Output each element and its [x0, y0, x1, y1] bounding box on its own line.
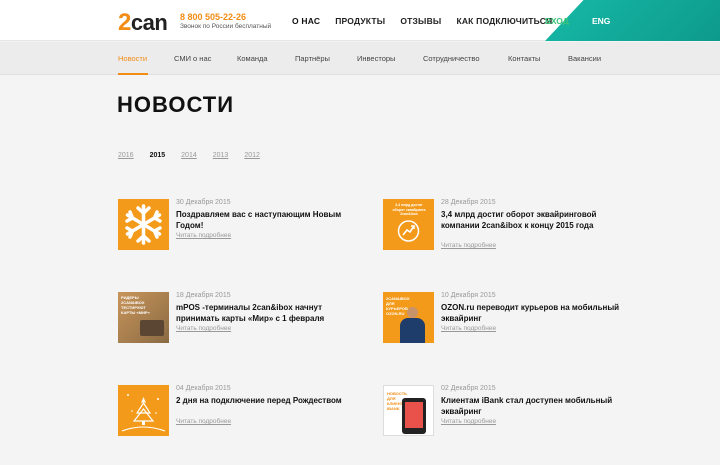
- news-date: 30 Декабря 2015: [176, 199, 231, 206]
- thumb-caption: РИДЕРЫ 2CAN&IBOX ТЕСТИРУЮТ КАРТЫ «МИР»: [121, 295, 150, 315]
- read-more-link[interactable]: Читать подробнее: [176, 325, 231, 332]
- news-date: 10 Декабря 2015: [441, 292, 496, 299]
- top-nav: О НАС ПРОДУКТЫ ОТЗЫВЫ КАК ПОДКЛЮЧИТЬСЯ: [292, 16, 567, 26]
- sub-nav: Новости СМИ о нас Команда Партнёры Инвес…: [0, 42, 720, 75]
- news-item: НОВОСТЬ ДЛЯ КЛИЕНТОВ IBANK 02 Декабря 20…: [383, 385, 633, 445]
- read-more-link[interactable]: Читать подробнее: [441, 242, 496, 249]
- mir-card-photo[interactable]: РИДЕРЫ 2CAN&IBOX ТЕСТИРУЮТ КАРТЫ «МИР»: [118, 292, 169, 343]
- nav-reviews[interactable]: ОТЗЫВЫ: [400, 16, 441, 26]
- news-title[interactable]: OZON.ru переводит курьеров на мобильный …: [441, 303, 631, 324]
- phone-subtitle: Звонок по России бесплатный: [180, 23, 272, 30]
- ibank-phone-photo[interactable]: НОВОСТЬ ДЛЯ КЛИЕНТОВ IBANK: [383, 385, 434, 436]
- news-title[interactable]: Клиентам iBank стал доступен мобильный э…: [441, 396, 631, 417]
- login-link[interactable]: ВХОД: [545, 16, 569, 26]
- site-header: 2can 8 800 505-22-26 Звонок по России бе…: [0, 0, 720, 41]
- year-2015[interactable]: 2015: [150, 152, 166, 159]
- subnav-contacts[interactable]: Контакты: [508, 54, 540, 63]
- year-2012[interactable]: 2012: [244, 152, 260, 159]
- news-item: 2CAN&IBOX ДЛЯ КУРЬЕРОВ OZON.RU 10 Декабр…: [383, 292, 633, 352]
- news-title[interactable]: 2 дня на подключение перед Рождеством: [176, 396, 366, 407]
- news-date: 02 Декабря 2015: [441, 385, 496, 392]
- read-more-link[interactable]: Читать подробнее: [176, 418, 231, 425]
- christmas-tree-icon[interactable]: [118, 385, 169, 436]
- read-more-link[interactable]: Читать подробнее: [176, 232, 231, 239]
- nav-about[interactable]: О НАС: [292, 16, 320, 26]
- subnav-team[interactable]: Команда: [237, 54, 268, 63]
- logo[interactable]: 2can: [118, 9, 168, 37]
- read-more-link[interactable]: Читать подробнее: [441, 325, 496, 332]
- header-accent-shape: [545, 0, 720, 41]
- year-2014[interactable]: 2014: [181, 152, 197, 159]
- news-item: 3,4 млрд достиг оборот эквайринга 2can&i…: [383, 199, 633, 259]
- news-title[interactable]: Поздравляем вас с наступающим Новым Годо…: [176, 210, 366, 231]
- news-item: 04 Декабря 2015 2 дня на подключение пер…: [118, 385, 368, 445]
- news-date: 04 Декабря 2015: [176, 385, 231, 392]
- nav-how-to-connect[interactable]: КАК ПОДКЛЮЧИТЬСЯ: [456, 16, 552, 26]
- subnav-news[interactable]: Новости: [118, 54, 147, 63]
- news-title[interactable]: 3,4 млрд достиг оборот эквайринговой ком…: [441, 210, 631, 231]
- news-title[interactable]: mPOS -терминалы 2can&ibox начнут принима…: [176, 303, 366, 324]
- news-date: 28 Декабря 2015: [441, 199, 496, 206]
- page-title: НОВОСТИ: [117, 92, 235, 117]
- year-2013[interactable]: 2013: [213, 152, 229, 159]
- year-2016[interactable]: 2016: [118, 152, 134, 159]
- subnav-media[interactable]: СМИ о нас: [174, 54, 211, 63]
- read-more-link[interactable]: Читать подробнее: [441, 418, 496, 425]
- snowflake-icon[interactable]: [118, 199, 169, 250]
- subnav-partners[interactable]: Партнёры: [295, 54, 330, 63]
- growth-chart-icon[interactable]: 3,4 млрд достиг оборот эквайринга 2can&i…: [383, 199, 434, 250]
- subnav-investors[interactable]: Инвесторы: [357, 54, 395, 63]
- subnav-vacancies[interactable]: Вакансии: [568, 54, 601, 63]
- news-item: 30 Декабря 2015 Поздравляем вас с наступ…: [118, 199, 368, 259]
- year-filter: 2016 2015 2014 2013 2012: [118, 152, 276, 159]
- nav-products[interactable]: ПРОДУКТЫ: [335, 16, 385, 26]
- subnav-cooperation[interactable]: Сотрудничество: [423, 54, 480, 63]
- active-tab-indicator: [118, 73, 148, 75]
- news-item: РИДЕРЫ 2CAN&IBOX ТЕСТИРУЮТ КАРТЫ «МИР» 1…: [118, 292, 368, 352]
- news-date: 18 Декабря 2015: [176, 292, 231, 299]
- phone-number[interactable]: 8 800 505-22-26: [180, 12, 246, 22]
- courier-photo[interactable]: 2CAN&IBOX ДЛЯ КУРЬЕРОВ OZON.RU: [383, 292, 434, 343]
- language-switch[interactable]: ENG: [592, 16, 610, 26]
